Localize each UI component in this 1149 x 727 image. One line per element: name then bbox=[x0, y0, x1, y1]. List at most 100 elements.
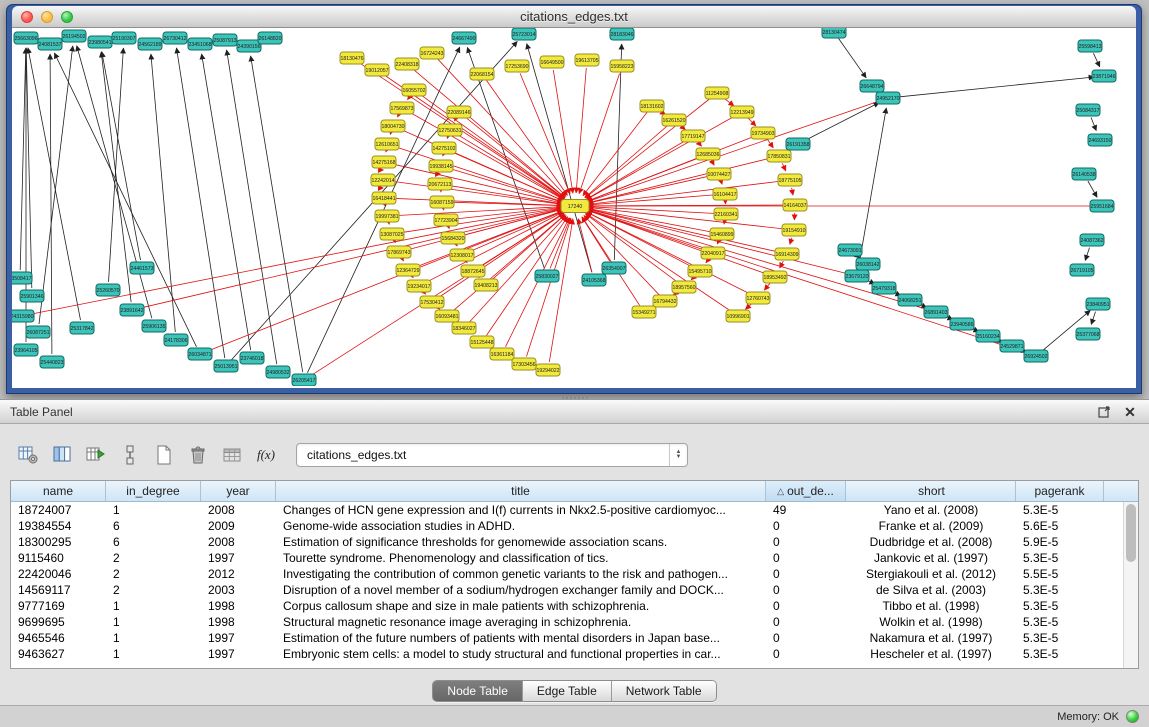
graph-node[interactable]: 26924502 bbox=[1024, 350, 1048, 362]
graph-node[interactable]: 23964105 bbox=[14, 344, 38, 356]
graph-edge[interactable] bbox=[588, 158, 772, 203]
graph-edge[interactable] bbox=[896, 77, 1094, 97]
graph-edge[interactable] bbox=[54, 53, 196, 347]
graph-node[interactable]: 17869743 bbox=[387, 246, 411, 258]
graph-edge[interactable] bbox=[1088, 181, 1097, 197]
function-icon[interactable]: f(x) bbox=[252, 441, 280, 469]
table-row[interactable]: 1938455462009Genome-wide association stu… bbox=[11, 518, 1123, 534]
graph-node[interactable]: 25440823 bbox=[40, 356, 64, 368]
graph-node[interactable]: 24087362 bbox=[1080, 234, 1104, 246]
graph-node[interactable]: 16794432 bbox=[653, 295, 677, 307]
graph-node[interactable]: 25190307 bbox=[112, 32, 136, 44]
show-columns-icon[interactable] bbox=[48, 441, 76, 469]
graph-node[interactable]: 24081537 bbox=[38, 38, 62, 50]
graph-node[interactable]: 12308017 bbox=[450, 249, 474, 261]
graph-edge[interactable] bbox=[839, 39, 867, 78]
graph-edge[interactable] bbox=[578, 219, 592, 273]
graph-edge[interactable] bbox=[553, 70, 573, 193]
graph-node[interactable]: 24461573 bbox=[130, 262, 154, 274]
graph-node[interactable]: 25087913 bbox=[213, 34, 237, 46]
graph-node[interactable]: 18953492 bbox=[763, 271, 787, 283]
graph-edge[interactable] bbox=[764, 283, 770, 290]
graph-node[interactable]: 25260570 bbox=[96, 284, 120, 296]
graph-node[interactable]: 23679120 bbox=[845, 270, 869, 282]
graph-node[interactable]: 24068251 bbox=[898, 294, 922, 306]
graph-node[interactable]: 19012057 bbox=[365, 64, 389, 76]
graph-node[interactable]: 26148820 bbox=[258, 32, 282, 44]
graph-node[interactable]: 16104417 bbox=[713, 188, 737, 200]
graph-node[interactable]: 26038142 bbox=[856, 258, 880, 270]
graph-edge[interactable] bbox=[467, 47, 544, 268]
graph-edge[interactable] bbox=[587, 210, 1028, 354]
graph-node[interactable]: 24178306 bbox=[164, 334, 188, 346]
graph-node[interactable]: 11254908 bbox=[705, 87, 729, 99]
graph-node[interactable]: 16055702 bbox=[402, 84, 426, 96]
graph-edge[interactable] bbox=[77, 46, 152, 319]
column-header-title[interactable]: title bbox=[276, 481, 766, 501]
graph-node[interactable]: 17253690 bbox=[505, 60, 529, 72]
graph-edge[interactable] bbox=[1091, 117, 1096, 130]
graph-edge[interactable] bbox=[395, 207, 562, 216]
graph-node[interactable]: 15125448 bbox=[470, 336, 494, 348]
graph-edge[interactable] bbox=[403, 259, 404, 261]
graph-node[interactable]: 24390156 bbox=[237, 40, 261, 52]
graph-node[interactable]: 12750631 bbox=[438, 124, 462, 136]
graph-node[interactable]: 16724243 bbox=[420, 47, 444, 59]
graph-edge[interactable] bbox=[457, 245, 458, 246]
graph-node[interactable]: 13087025 bbox=[380, 228, 404, 240]
column-header-in_degree[interactable]: in_degree bbox=[106, 481, 201, 501]
table-selector-dropdown[interactable]: citations_edges.txt ▲▼ bbox=[296, 443, 688, 467]
import-table-icon[interactable] bbox=[218, 441, 246, 469]
graph-node[interactable]: 15684320 bbox=[441, 232, 465, 244]
graph-node[interactable]: 25013951 bbox=[214, 360, 238, 372]
graph-node[interactable]: 26034871 bbox=[188, 348, 212, 360]
graph-node[interactable]: 15958223 bbox=[610, 60, 634, 72]
graph-node[interactable]: 12364729 bbox=[396, 264, 420, 276]
graph-node[interactable]: 22089146 bbox=[447, 106, 471, 118]
graph-node[interactable]: 18131602 bbox=[640, 100, 664, 112]
graph-edge[interactable] bbox=[450, 202, 562, 205]
graph-edge[interactable] bbox=[1093, 53, 1099, 67]
graph-node[interactable]: 24673091 bbox=[838, 244, 862, 256]
graph-edge[interactable] bbox=[461, 209, 563, 236]
graph-edge[interactable] bbox=[109, 48, 124, 282]
graph-node[interactable]: 23891642 bbox=[120, 304, 144, 316]
graph-node[interactable]: 26648794 bbox=[860, 80, 884, 92]
graph-edge[interactable] bbox=[790, 238, 792, 245]
graph-node[interactable]: 26719105 bbox=[1070, 264, 1094, 276]
graph-node[interactable]: 15460899 bbox=[710, 228, 734, 240]
table-row[interactable]: 1830029562008Estimation of significance … bbox=[11, 534, 1123, 550]
graph-node[interactable]: 19408213 bbox=[474, 279, 498, 291]
graph-node[interactable]: 19997381 bbox=[375, 210, 399, 222]
graph-node[interactable]: 26087251 bbox=[26, 326, 50, 338]
graph-node[interactable]: 16361184 bbox=[490, 348, 514, 360]
graph-node[interactable]: 23840951 bbox=[1086, 298, 1110, 310]
graph-edge[interactable] bbox=[721, 182, 722, 185]
scrollbar-thumb[interactable] bbox=[1126, 504, 1136, 562]
graph-node[interactable]: 24693150 bbox=[1088, 134, 1112, 146]
graph-edge[interactable] bbox=[28, 48, 81, 320]
graph-node[interactable]: 15495710 bbox=[688, 265, 712, 277]
graph-edge[interactable] bbox=[101, 52, 131, 302]
graph-node[interactable]: 26205417 bbox=[292, 374, 316, 386]
float-panel-icon[interactable] bbox=[1095, 403, 1113, 421]
table-row[interactable]: 911546021997Tourette syndrome. Phenomeno… bbox=[11, 550, 1123, 566]
graph-node[interactable]: 23871946 bbox=[1092, 70, 1116, 82]
graph-node[interactable]: 17719147 bbox=[681, 130, 705, 142]
export-table-icon[interactable] bbox=[82, 441, 110, 469]
graph-node[interactable]: 19234017 bbox=[407, 280, 431, 292]
table-row[interactable]: 946362711997Embryonic stem cells: a mode… bbox=[11, 646, 1123, 662]
close-panel-icon[interactable]: ✕ bbox=[1121, 403, 1139, 421]
graph-node[interactable]: 25830027 bbox=[535, 270, 559, 282]
graph-edge[interactable] bbox=[227, 50, 277, 364]
table-row[interactable]: 969969511998Structural magnetic resonanc… bbox=[11, 614, 1123, 630]
graph-edge[interactable] bbox=[586, 140, 686, 199]
graph-node[interactable]: 25160234 bbox=[976, 330, 1000, 342]
graph-node[interactable]: 20672113 bbox=[428, 178, 452, 190]
graph-node[interactable]: 19154910 bbox=[782, 224, 806, 236]
graph-node[interactable]: 25901346 bbox=[20, 290, 44, 302]
graph-node[interactable]: 14275102 bbox=[432, 142, 456, 154]
graph-node[interactable]: 17240 bbox=[561, 200, 589, 213]
graph-node[interactable]: 16261520 bbox=[662, 114, 686, 126]
graph-node[interactable]: 25951684 bbox=[1090, 200, 1114, 212]
